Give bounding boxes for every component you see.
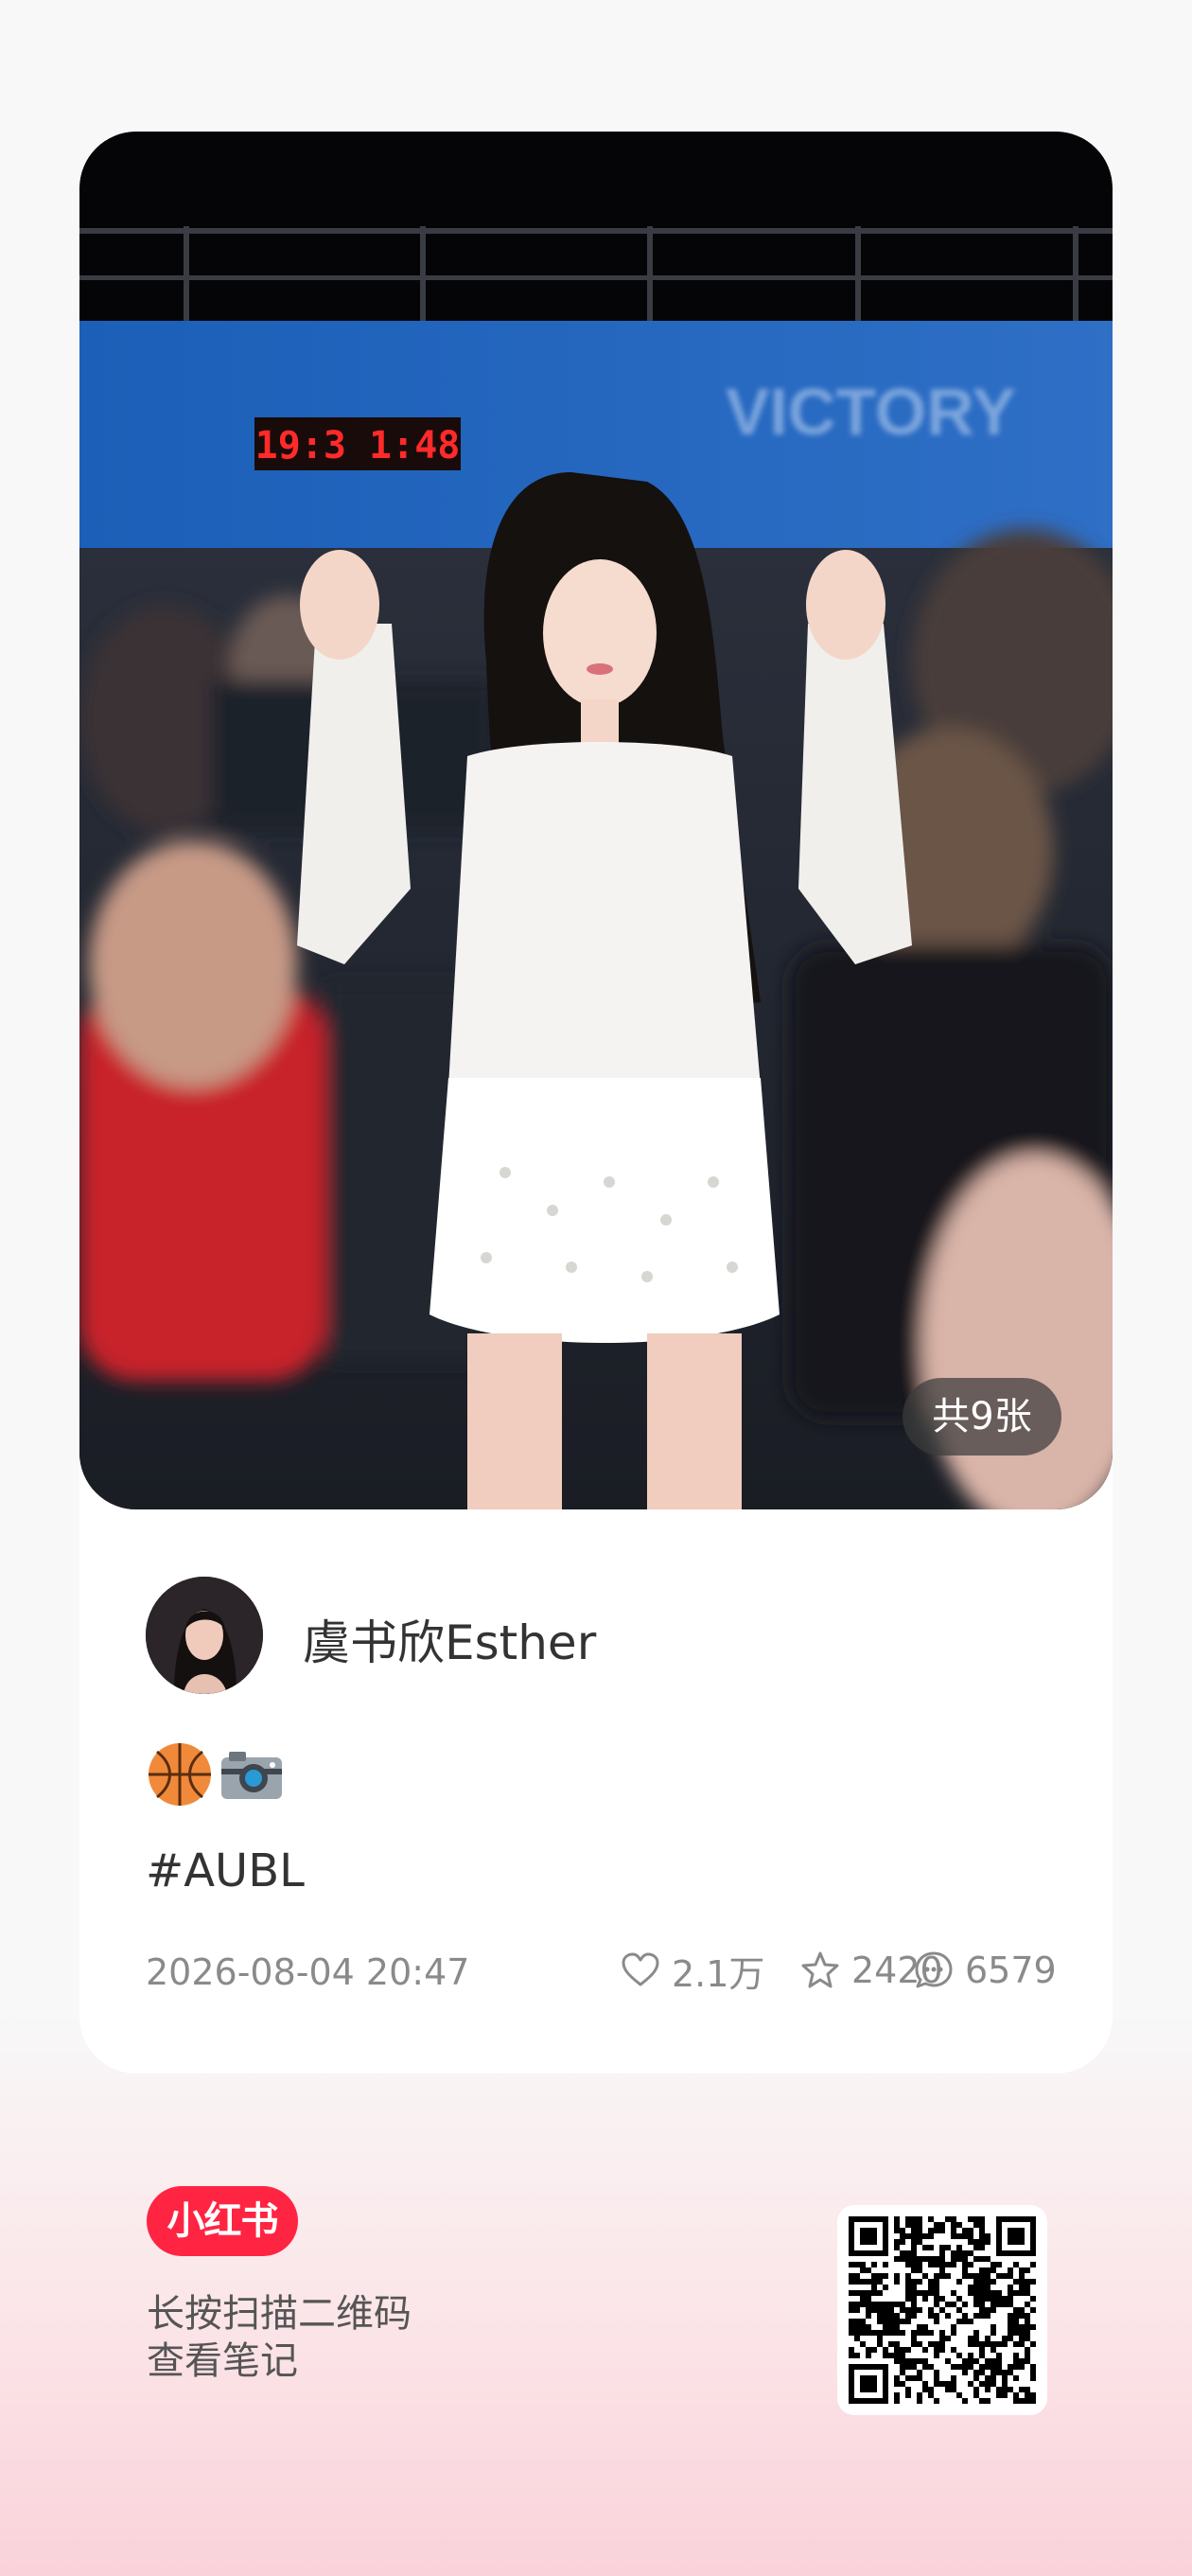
scan-line-1: 长按扫描二维码 xyxy=(147,2292,412,2336)
like-count: 2.1万 xyxy=(672,1952,765,1995)
qr-code[interactable] xyxy=(837,2205,1047,2415)
note-meta-row: 2026-08-04 20:47 2.1万 2420 6579 xyxy=(146,1944,1057,1997)
star-icon xyxy=(801,1951,839,1988)
xiaohongshu-logo: 小红书 xyxy=(147,2186,298,2256)
note-cover-photo[interactable]: VICTORY 19:3 1:48 共9张 xyxy=(79,132,1113,1509)
camera-icon xyxy=(221,1752,282,1799)
comment-stat[interactable]: 6579 xyxy=(912,1944,1057,1997)
publish-date: 2026-08-04 20:47 xyxy=(146,1951,470,1993)
scan-instruction: 长按扫描二维码 查看笔记 xyxy=(147,2290,412,2385)
basketball-icon xyxy=(149,1743,211,1806)
photo-illustration: VICTORY 19:3 1:48 xyxy=(79,132,1113,1509)
image-count-badge: 共9张 xyxy=(903,1378,1061,1456)
heart-icon xyxy=(622,1952,659,1986)
share-footer: 小红书 长按扫描二维码 查看笔记 xyxy=(0,2158,1192,2442)
comment-count: 6579 xyxy=(965,1950,1057,1991)
author-name[interactable]: 虞书欣Esther xyxy=(303,1605,596,1673)
author-row[interactable]: 虞书欣Esther xyxy=(146,1577,1046,1694)
photo-scoreboard-text: 19:3 1:48 xyxy=(255,424,461,468)
comment-icon xyxy=(915,1951,953,1988)
hashtag-link[interactable]: #AUBL xyxy=(146,1844,305,1897)
scan-line-2: 查看笔记 xyxy=(147,2339,298,2383)
like-stat[interactable]: 2.1万 xyxy=(619,1944,764,1997)
photo-banner-text: VICTORY xyxy=(726,375,1016,449)
qr-code-image xyxy=(849,2216,1036,2404)
author-avatar[interactable] xyxy=(146,1577,263,1694)
note-card[interactable]: VICTORY 19:3 1:48 共9张 虞书欣Esther #AUBL 20… xyxy=(79,132,1113,2073)
